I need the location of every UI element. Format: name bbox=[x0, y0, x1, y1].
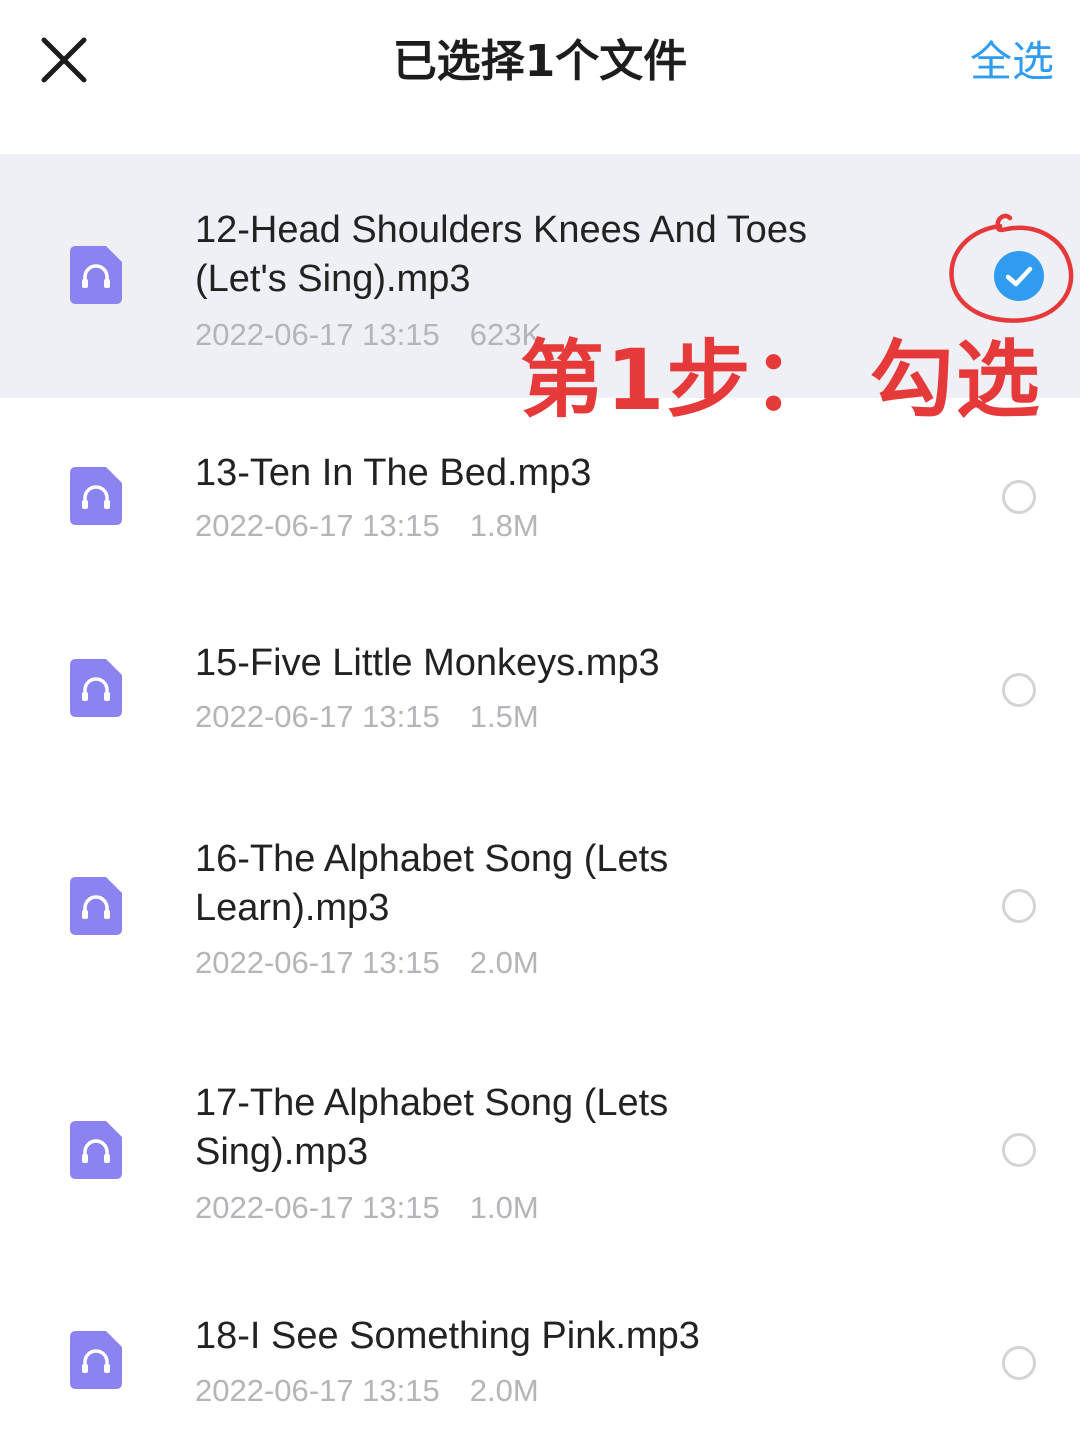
file-picker-screen: 已选择1个文件 全选 12-Head Shoulders Knees And T… bbox=[0, 0, 1080, 1439]
file-list: 12-Head Shoulders Knees And Toes (Let's … bbox=[0, 154, 1080, 1439]
file-meta: 2022-06-17 13:15 623K bbox=[195, 315, 542, 355]
audio-file-icon bbox=[70, 877, 122, 935]
file-date: 2022-06-17 13:15 bbox=[195, 317, 440, 352]
file-meta: 2022-06-17 13:15 2.0M bbox=[195, 1371, 539, 1411]
file-row[interactable]: 12-Head Shoulders Knees And Toes (Let's … bbox=[0, 154, 1080, 398]
file-name-line: 16-The Alphabet Song (Lets bbox=[195, 838, 669, 880]
page-title: 已选择1个文件 bbox=[392, 36, 688, 87]
file-name-line: 18-I See Something Pink.mp3 bbox=[195, 1315, 700, 1357]
file-name: 17-The Alphabet Song (Lets Sing).mp3 bbox=[195, 1079, 915, 1177]
file-name: 15-Five Little Monkeys.mp3 bbox=[195, 639, 915, 688]
file-size: 623K bbox=[469, 317, 543, 352]
select-all-button[interactable]: 全选 bbox=[970, 30, 1054, 94]
file-date: 2022-06-17 13:15 bbox=[195, 945, 440, 980]
radio-unchecked[interactable] bbox=[1002, 1346, 1036, 1380]
close-icon bbox=[41, 37, 87, 83]
file-name-line: (Let's Sing).mp3 bbox=[195, 258, 471, 300]
file-name-line: Sing).mp3 bbox=[195, 1131, 369, 1173]
file-name-line: 17-The Alphabet Song (Lets bbox=[195, 1082, 669, 1124]
audio-file-icon bbox=[70, 1331, 122, 1389]
file-row[interactable]: 13-Ten In The Bed.mp3 2022-06-17 13:15 1.… bbox=[0, 398, 1080, 589]
file-row[interactable]: 15-Five Little Monkeys.mp3 2022-06-17 13… bbox=[0, 589, 1080, 783]
file-row[interactable]: 17-The Alphabet Song (Lets Sing).mp3 202… bbox=[0, 1027, 1080, 1271]
file-meta: 2022-06-17 13:15 1.8M bbox=[195, 506, 539, 546]
header: 已选择1个文件 全选 bbox=[0, 0, 1080, 130]
file-meta: 2022-06-17 13:15 1.0M bbox=[195, 1188, 539, 1228]
file-meta: 2022-06-17 13:15 2.0M bbox=[195, 943, 539, 983]
radio-unchecked[interactable] bbox=[1002, 1133, 1036, 1167]
radio-unchecked[interactable] bbox=[1002, 889, 1036, 923]
file-date: 2022-06-17 13:15 bbox=[195, 1190, 440, 1225]
file-name: 18-I See Something Pink.mp3 bbox=[195, 1312, 915, 1361]
file-size: 1.5M bbox=[469, 699, 539, 734]
file-date: 2022-06-17 13:15 bbox=[195, 1373, 440, 1408]
file-name-line: Learn).mp3 bbox=[195, 887, 390, 929]
file-date: 2022-06-17 13:15 bbox=[195, 699, 440, 734]
file-size: 1.0M bbox=[469, 1190, 539, 1225]
file-meta: 2022-06-17 13:15 1.5M bbox=[195, 697, 539, 737]
file-name-line: 13-Ten In The Bed.mp3 bbox=[195, 452, 592, 494]
audio-file-icon bbox=[70, 659, 122, 717]
file-size: 2.0M bbox=[469, 1373, 539, 1408]
file-name: 16-The Alphabet Song (Lets Learn).mp3 bbox=[195, 835, 915, 933]
radio-unchecked[interactable] bbox=[1002, 673, 1036, 707]
file-name: 12-Head Shoulders Knees And Toes (Let's … bbox=[195, 206, 915, 304]
file-row[interactable]: 16-The Alphabet Song (Lets Learn).mp3 20… bbox=[0, 783, 1080, 1027]
file-size: 1.8M bbox=[469, 508, 539, 543]
file-date: 2022-06-17 13:15 bbox=[195, 508, 440, 543]
radio-unchecked[interactable] bbox=[1002, 480, 1036, 514]
file-name-line: 15-Five Little Monkeys.mp3 bbox=[195, 642, 660, 684]
checked-circle-icon[interactable] bbox=[994, 251, 1044, 301]
file-row[interactable]: 18-I See Something Pink.mp3 2022-06-17 1… bbox=[0, 1271, 1080, 1439]
close-button[interactable] bbox=[36, 32, 92, 88]
file-name-line: 12-Head Shoulders Knees And Toes bbox=[195, 209, 807, 251]
audio-file-icon bbox=[70, 1121, 122, 1179]
file-name: 13-Ten In The Bed.mp3 bbox=[195, 449, 915, 498]
audio-file-icon bbox=[70, 467, 122, 525]
audio-file-icon bbox=[70, 246, 122, 304]
file-size: 2.0M bbox=[469, 945, 539, 980]
